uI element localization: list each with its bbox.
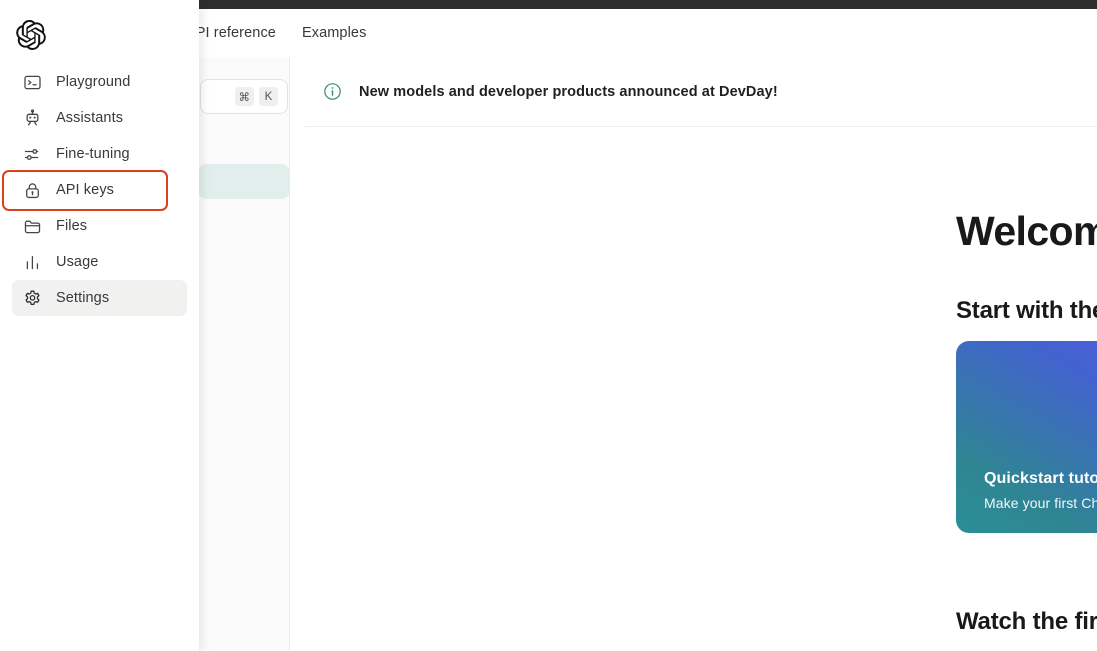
welcome-section: Welcome Start with the Quickstart tutori… <box>305 127 1097 651</box>
quickstart-tutorial-card[interactable]: Quickstart tutori Make your first Cha <box>956 341 1097 533</box>
kbd-command-icon: ⌘ <box>235 87 255 106</box>
kbd-k-key: K <box>259 87 278 106</box>
nav-link-api-reference[interactable]: API reference <box>186 25 276 41</box>
card-text-group: Quickstart tutori Make your first Cha <box>984 470 1097 511</box>
nav-link-examples[interactable]: Examples <box>302 25 366 41</box>
app-root: API reference Examples ⌘ K New models an… <box>0 0 1097 651</box>
search-input[interactable]: ⌘ K <box>200 79 288 114</box>
sidebar-item-label: Fine-tuning <box>56 146 130 162</box>
list-item[interactable] <box>198 164 290 199</box>
sidebar-item-label: Files <box>56 218 87 234</box>
sidebar-item-settings[interactable]: Settings <box>12 280 187 316</box>
openai-logo[interactable] <box>14 18 48 52</box>
lock-icon <box>23 181 42 200</box>
bar-chart-icon <box>23 253 42 272</box>
scrollbar-track[interactable] <box>292 57 304 651</box>
gear-icon <box>23 289 42 308</box>
card-subtitle: Make your first Cha <box>984 495 1097 511</box>
sliders-icon <box>23 145 42 164</box>
sidebar-item-assistants[interactable]: Assistants <box>12 100 187 136</box>
sidebar-item-playground[interactable]: Playground <box>12 64 187 100</box>
sidebar-item-usage[interactable]: Usage <box>12 244 187 280</box>
robot-icon <box>23 109 42 128</box>
folder-icon <box>23 217 42 236</box>
header-nav: API reference Examples <box>186 9 366 57</box>
section-heading-watch: Watch the firs <box>956 608 1097 636</box>
section-heading-start: Start with the <box>956 297 1097 325</box>
sidebar-item-fine-tuning[interactable]: Fine-tuning <box>12 136 187 172</box>
banner-text: New models and developer products announ… <box>359 84 778 100</box>
announcement-banner[interactable]: New models and developer products announ… <box>305 57 1097 127</box>
sidebar-item-label: Assistants <box>56 110 123 126</box>
sidebar-item-files[interactable]: Files <box>12 208 187 244</box>
list-column: ⌘ K <box>190 57 290 651</box>
page-title: Welcome <box>956 208 1097 255</box>
info-circle-icon <box>323 82 342 101</box>
sidebar-item-label: API keys <box>56 182 114 198</box>
main-content: New models and developer products announ… <box>305 57 1097 651</box>
openai-logo-icon <box>16 20 46 50</box>
sidebar-item-api-keys[interactable]: API keys <box>12 172 187 208</box>
card-title: Quickstart tutori <box>984 470 1097 488</box>
terminal-icon <box>23 73 42 92</box>
sidebar-item-label: Usage <box>56 254 98 270</box>
sidebar-nav: Playground Assistants <box>0 64 199 316</box>
sidebar-panel: Playground Assistants <box>0 0 199 651</box>
sidebar-item-label: Playground <box>56 74 130 90</box>
sidebar-item-label: Settings <box>56 290 109 306</box>
